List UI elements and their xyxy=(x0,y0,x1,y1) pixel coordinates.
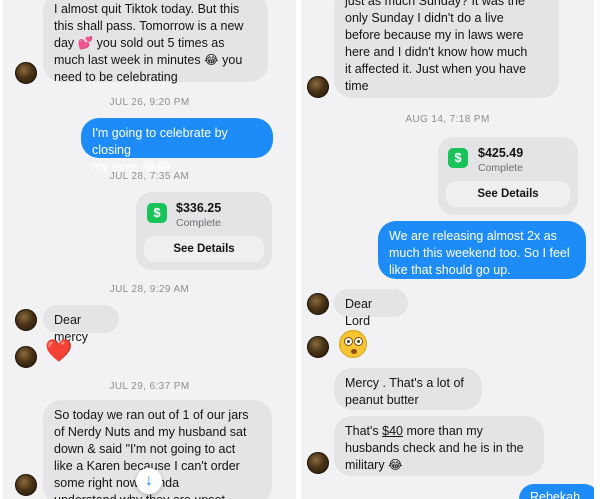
message-bubble-incoming[interactable]: just as much Sunday? It was the only Sun… xyxy=(334,0,559,98)
payment-card[interactable]: $ $336.25 Complete See Details xyxy=(136,192,272,270)
flushed-face-emoji-icon[interactable] xyxy=(339,330,367,358)
avatar[interactable] xyxy=(307,452,329,474)
mouth-icon xyxy=(351,349,357,354)
cash-icon: $ xyxy=(147,203,167,223)
message-bubble-incoming[interactable]: Mercy . That's a lot of peanut butter xyxy=(334,368,482,410)
heart-emoji-icon[interactable]: ❤️ xyxy=(45,340,72,362)
avatar[interactable] xyxy=(15,62,37,84)
payment-status: Complete xyxy=(176,217,221,229)
message-amount-link[interactable]: $40 xyxy=(382,424,403,438)
conversation-panel-right[interactable]: just as much Sunday? It was the only Sun… xyxy=(301,0,594,499)
payment-amount: $336.25 xyxy=(176,201,222,215)
timestamp: JUL 28, 7:35 AM xyxy=(109,171,190,182)
eye-icon xyxy=(354,337,363,346)
avatar[interactable] xyxy=(15,346,37,368)
payment-amount: $425.49 xyxy=(478,146,524,160)
timestamp: JUL 28, 9:29 AM xyxy=(109,284,190,295)
timestamp: JUL 26, 9:20 PM xyxy=(109,97,190,108)
conversation-panel-left[interactable]: I almost quit Tiktok today. But this thi… xyxy=(3,0,296,499)
timestamp: AUG 14, 7:18 PM xyxy=(405,114,490,125)
timestamp: JUL 29, 6:37 PM xyxy=(109,381,190,392)
message-text: That's xyxy=(345,424,383,438)
message-bubble-outgoing[interactable]: I'm going to celebrate by closing my eye… xyxy=(81,118,273,174)
payment-status: Complete xyxy=(478,162,523,174)
message-bubble-incoming[interactable]: Dear mercy xyxy=(43,305,119,344)
eye-icon xyxy=(344,337,353,346)
see-details-button[interactable]: See Details xyxy=(144,236,264,262)
cash-icon: $ xyxy=(448,148,468,168)
message-bubble-outgoing[interactable]: We are releasing almost 2x as much this … xyxy=(378,221,586,279)
payment-card[interactable]: $ $425.49 Complete See Details xyxy=(438,137,578,215)
avatar[interactable] xyxy=(15,309,37,331)
scroll-down-icon[interactable]: ↓ xyxy=(136,468,162,494)
see-details-button[interactable]: See Details xyxy=(446,181,570,207)
avatar[interactable] xyxy=(307,293,329,315)
message-bubble-outgoing[interactable]: Rebekah xyxy=(519,484,594,499)
message-bubble-incoming[interactable]: Dear Lord xyxy=(334,289,408,328)
avatar[interactable] xyxy=(307,76,329,98)
message-bubble-incoming[interactable]: That's $40 more than my husbands check a… xyxy=(334,416,544,476)
message-bubble-incoming[interactable]: I almost quit Tiktok today. But this thi… xyxy=(43,0,268,84)
avatar[interactable] xyxy=(15,474,37,496)
avatar[interactable] xyxy=(307,336,329,358)
